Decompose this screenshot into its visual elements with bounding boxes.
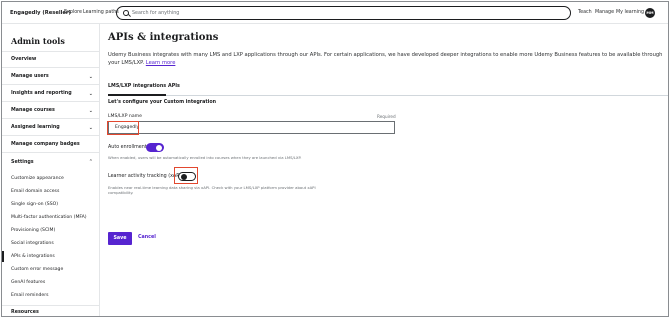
auto-enrollment-label: Auto enrollment — [108, 145, 147, 150]
highlight-box-toggle — [174, 167, 198, 184]
chevron-up-icon: ⌃ — [88, 159, 93, 165]
search-bar[interactable]: Search for anything — [116, 6, 571, 20]
sidebar-item-label: Insights and reporting — [11, 91, 72, 96]
sidebar-item-label: Manage company badges — [11, 142, 80, 147]
sidebar-item-label: Settings — [11, 159, 34, 165]
sidebar-subitem-scim[interactable]: Provisioning (SCIM) — [2, 225, 99, 236]
sidebar-item-label: Resources — [11, 309, 39, 315]
required-label: Required — [377, 114, 396, 119]
nav-learning-paths[interactable]: Learning paths — [83, 10, 119, 15]
sidebar-subitem-genai[interactable]: GenAI features — [2, 277, 99, 288]
sidebar-item-label: Manage users — [11, 74, 49, 79]
learn-more-link[interactable]: Learn more — [146, 60, 176, 66]
tab-apis[interactable]: APIs — [168, 84, 180, 89]
sidebar-item-label: Assigned learning — [11, 125, 60, 130]
sidebar-item-insights[interactable]: Insights and reporting ⌄ — [2, 86, 99, 102]
app-window: Engagedly (Reseller) Explore Learning pa… — [1, 1, 669, 317]
main-content: APIs & integrations Udemy Business integ… — [100, 24, 668, 316]
sidebar-title: Admin tools — [11, 36, 65, 46]
auto-enrollment-toggle[interactable] — [146, 143, 164, 152]
nav-manage[interactable]: Manage — [595, 10, 614, 15]
toggle-knob — [156, 144, 162, 151]
nav-teach[interactable]: Teach — [578, 10, 592, 15]
sidebar-subitem-sso[interactable]: Single sign-on (SSO) — [2, 199, 99, 210]
sidebar-item-overview[interactable]: Overview — [2, 52, 99, 68]
learner-activity-help: Enables near real-time learning data sha… — [108, 185, 316, 195]
sidebar-item-settings[interactable]: Settings ⌃ — [2, 154, 99, 170]
intro-paragraph: Udemy Business integrates with many LMS … — [108, 52, 663, 66]
admin-sidebar: Admin tools Overview Manage users ⌄ Insi… — [2, 24, 100, 316]
search-input[interactable]: Search for anything — [132, 11, 179, 16]
chevron-down-icon: ⌄ — [88, 90, 93, 97]
sidebar-subitem-mfa[interactable]: Multi-factor authentication (MFA) — [2, 212, 99, 223]
save-button[interactable]: Save — [108, 232, 132, 245]
brand-name[interactable]: Engagedly (Reseller) — [10, 10, 71, 16]
search-icon — [123, 10, 129, 16]
sidebar-item-assigned-learning[interactable]: Assigned learning ⌄ — [2, 120, 99, 136]
sidebar-item-label: Manage courses — [11, 108, 55, 113]
sidebar-item-label: Overview — [11, 57, 37, 62]
highlight-box-input — [107, 121, 139, 135]
sidebar-item-resources[interactable]: Resources — [2, 306, 99, 316]
sidebar-subitem-customize-appearance[interactable]: Customize appearance — [2, 173, 99, 184]
intro-text: Udemy Business integrates with many LMS … — [108, 51, 668, 67]
chevron-down-icon: ⌄ — [88, 73, 93, 80]
sidebar-item-manage-users[interactable]: Manage users ⌄ — [2, 69, 99, 85]
nav-my-learning[interactable]: My learning — [616, 10, 644, 15]
sidebar-item-company-badges[interactable]: Manage company badges — [2, 137, 99, 153]
sidebar-item-manage-courses[interactable]: Manage courses ⌄ — [2, 103, 99, 119]
page-title: APIs & integrations — [108, 32, 219, 43]
chevron-down-icon: ⌄ — [88, 124, 93, 131]
nav-explore[interactable]: Explore — [64, 10, 82, 15]
sidebar-subitem-apis[interactable]: APIs & integrations — [2, 251, 99, 262]
auto-enrollment-help: When enabled, users will be automaticall… — [108, 155, 302, 160]
chevron-down-icon: ⌄ — [88, 107, 93, 114]
section-heading: Let's configure your Custom integration — [108, 100, 217, 105]
top-navigation-bar: Engagedly (Reseller) Explore Learning pa… — [2, 2, 668, 24]
sidebar-subitem-email-domain[interactable]: Email domain access — [2, 186, 99, 197]
integration-tabs: LMS/LXP integrations APIs — [108, 82, 668, 96]
cancel-button[interactable]: Cancel — [138, 235, 156, 240]
sidebar-subitem-error-message[interactable]: Custom error message — [2, 264, 99, 275]
learner-activity-label: Learner activity tracking (xAPI) — [108, 174, 183, 179]
lms-name-label: LMS/LXP name — [108, 114, 142, 119]
sidebar-subitem-social[interactable]: Social integrations — [2, 238, 99, 249]
tab-lms-lxp[interactable]: LMS/LXP integrations — [108, 84, 167, 96]
lms-name-input[interactable]: Engagedly — [108, 121, 395, 134]
avatar[interactable]: MM — [645, 8, 655, 18]
sidebar-subitem-email-reminders[interactable]: Email reminders — [2, 290, 99, 301]
